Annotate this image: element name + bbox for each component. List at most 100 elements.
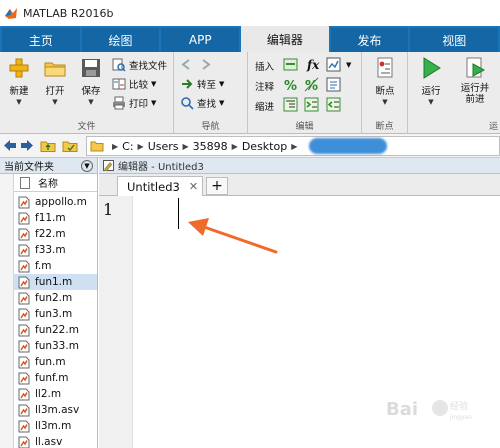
save-label: 保存: [81, 86, 101, 97]
file-list-item[interactable]: fun33.m: [14, 338, 97, 354]
forward-arrow-icon[interactable]: [20, 138, 34, 153]
breakpoints-label: 断点: [375, 86, 395, 97]
address-bar: ▶ C: ▶ Users ▶ 35898 ▶ Desktop ▶: [0, 134, 500, 158]
print-button[interactable]: 打印 ▼: [112, 95, 156, 111]
file-list-item[interactable]: fun.m: [14, 354, 97, 370]
file-name: fun.m: [35, 356, 66, 368]
navigate-group: 转至 ▼ 查找 ▼ 导航: [174, 52, 248, 134]
file-name: fun33.m: [35, 340, 79, 352]
file-list-item[interactable]: ll2.m: [14, 386, 97, 402]
find-files-icon: [112, 58, 126, 72]
open-folder-icon: [44, 62, 66, 77]
svg-text:%: %: [305, 79, 318, 92]
tab-editor-label: 编辑器: [266, 32, 303, 47]
smart-indent-icon[interactable]: [283, 97, 298, 112]
tab-home[interactable]: 主页: [2, 28, 80, 52]
compare-button[interactable]: 比较 ▼: [112, 76, 156, 92]
current-folder-path[interactable]: ▶ C: ▶ Users ▶ 35898 ▶ Desktop ▶: [86, 136, 500, 156]
print-label: 打印: [129, 99, 149, 110]
find-button[interactable]: 查找 ▼: [180, 95, 224, 111]
name-column-label: 名称: [38, 179, 58, 190]
path-segment-user[interactable]: 35898: [193, 140, 228, 153]
title-bar: MATLAB R2016b: [0, 0, 500, 26]
increase-indent-icon[interactable]: [304, 97, 319, 112]
path-segment-users[interactable]: Users: [148, 140, 179, 153]
comment-button[interactable]: 注释: [255, 78, 274, 94]
insert-function-button[interactable]: fx: [307, 57, 319, 73]
goto-label: 转至: [197, 80, 217, 91]
insert-more-arrow-icon[interactable]: ▼: [346, 57, 351, 73]
new-plus-icon: [9, 58, 29, 78]
current-folder-title: 当前文件夹: [4, 162, 54, 173]
file-list-item[interactable]: ll3m.m: [14, 418, 97, 434]
wrap-comment-icon[interactable]: [326, 77, 341, 92]
new-button[interactable]: 新建 ▼: [2, 56, 36, 106]
file-name: f.m: [35, 260, 52, 272]
file-list-item[interactable]: f33.m: [14, 242, 97, 258]
file-list-item[interactable]: f.m: [14, 258, 97, 274]
run-and-advance-button[interactable]: 运行并前进: [454, 56, 496, 105]
editor-header: 编辑器 - Untitled3: [99, 158, 500, 174]
run-play-icon: [423, 57, 441, 79]
save-button[interactable]: 保存 ▼: [74, 56, 108, 106]
tab-view[interactable]: 视图: [410, 28, 499, 52]
browse-folder-icon[interactable]: [62, 138, 78, 153]
open-button[interactable]: 打开 ▼: [38, 56, 72, 106]
file-list-item[interactable]: appollo.m: [14, 194, 97, 210]
run-and-advance-label: 运行并前进: [460, 83, 490, 105]
new-tab-button[interactable]: +: [206, 177, 228, 195]
forward-nav-icon: [202, 59, 211, 70]
file-name: ll.asv: [35, 436, 63, 448]
file-browser: 名称 appollo.m f11.m f22.m f33.m f.m fun1.m fun2…: [0, 174, 97, 448]
file-name: fun2.m: [35, 292, 73, 304]
file-list-item[interactable]: fun22.m: [14, 322, 97, 338]
insert-button[interactable]: 插入: [255, 58, 274, 74]
goto-button[interactable]: 转至 ▼: [180, 76, 224, 92]
m-file-icon: [18, 292, 30, 304]
text-cursor: [178, 198, 179, 229]
path-segment-desktop[interactable]: Desktop: [242, 140, 287, 153]
file-list-item[interactable]: fun1.m: [14, 274, 97, 290]
close-tab-icon[interactable]: ✕: [189, 180, 198, 193]
m-file-icon: [18, 212, 30, 224]
file-list-item[interactable]: fun2.m: [14, 290, 97, 306]
file-name: fun1.m: [35, 276, 73, 288]
file-name: funf.m: [35, 372, 69, 384]
file-list-item[interactable]: fun3.m: [14, 306, 97, 322]
tab-editor[interactable]: 编辑器: [241, 26, 329, 52]
indent-button[interactable]: 缩进: [255, 98, 274, 114]
open-label: 打开: [45, 86, 65, 97]
file-list-item[interactable]: f22.m: [14, 226, 97, 242]
find-files-label: 查找文件: [129, 61, 168, 72]
redacted-path-segment: [309, 138, 388, 154]
new-dropdown-arrow-icon: ▼: [16, 98, 22, 106]
panel-menu-icon[interactable]: ▼: [81, 159, 93, 172]
file-list-item[interactable]: f11.m: [14, 210, 97, 226]
file-list-item[interactable]: ll.asv: [14, 434, 97, 448]
name-column-header[interactable]: 名称: [14, 174, 97, 192]
editor-title: 编辑器 - Untitled3: [118, 162, 204, 173]
back-arrow-icon[interactable]: [3, 138, 17, 153]
comment-percent-icon[interactable]: %: [283, 77, 298, 92]
run-button[interactable]: 运行 ▼: [414, 56, 448, 106]
tab-plots[interactable]: 绘图: [81, 28, 160, 52]
path-arrow-icon: ▶: [291, 141, 298, 151]
path-arrow-icon: ▶: [137, 141, 144, 151]
find-files-button[interactable]: 查找文件: [112, 57, 167, 73]
file-list-item[interactable]: funf.m: [14, 370, 97, 386]
tab-apps[interactable]: APP: [161, 28, 240, 52]
m-file-icon: [18, 340, 30, 352]
tab-publish[interactable]: 发布: [330, 28, 409, 52]
file-name: f11.m: [35, 212, 66, 224]
doc-tab-untitled3[interactable]: Untitled3 ✕: [117, 176, 203, 196]
run-label: 运行: [421, 86, 441, 97]
uncomment-icon[interactable]: %: [304, 77, 319, 92]
path-segment-drive[interactable]: C:: [122, 140, 133, 153]
breakpoints-button[interactable]: 断点 ▼: [368, 56, 402, 106]
file-list-item[interactable]: ll3m.asv: [14, 402, 97, 418]
up-folder-icon[interactable]: [40, 138, 56, 153]
breakpoints-group-label: 断点: [375, 122, 394, 132]
run-group: 运行 ▼ 运行并前进 运: [408, 52, 500, 134]
decrease-indent-icon[interactable]: [326, 97, 341, 112]
open-dropdown-arrow-icon: ▼: [52, 98, 58, 106]
